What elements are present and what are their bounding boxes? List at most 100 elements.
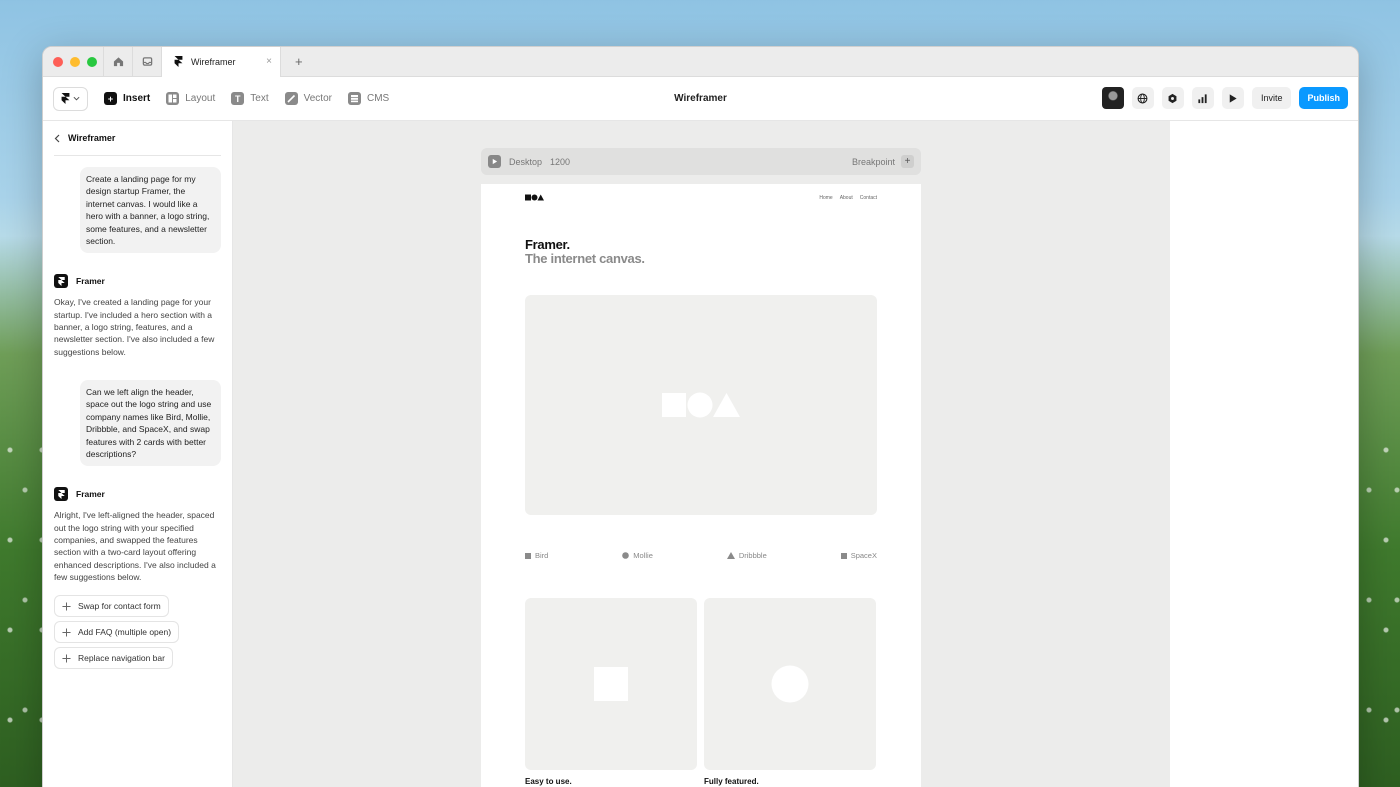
sparkle-icon (62, 654, 71, 663)
feature-card[interactable] (704, 598, 876, 770)
toolbar-actions: Invite Publish (1101, 87, 1348, 109)
assistant-message: Okay, I've created a landing page for yo… (54, 297, 215, 357)
page-navbar[interactable]: Home About Contact (525, 194, 877, 201)
feature-card-title[interactable]: Easy to use. (525, 777, 572, 786)
sparkle-icon (62, 602, 71, 611)
app-window: Wireframer × + + Insert Layout T Text Ve… (42, 46, 1359, 787)
tool-vector[interactable]: Vector (284, 92, 332, 105)
sidebar-header[interactable]: Wireframer (54, 133, 221, 156)
page-nav-links: Home About Contact (819, 195, 877, 201)
assistant-header: Framer (54, 487, 221, 502)
tool-insert[interactable]: + Insert (104, 92, 150, 105)
avatar[interactable] (1101, 87, 1124, 109)
analytics-button[interactable] (1191, 87, 1214, 109)
hero-subtitle[interactable]: The internet canvas. (525, 252, 645, 266)
assistant-message: Alright, I've left-aligned the header, s… (54, 510, 216, 582)
suggestion-button[interactable]: Swap for contact form (54, 595, 169, 618)
site-settings-button[interactable] (1131, 87, 1154, 109)
hero-title[interactable]: Framer. (525, 238, 570, 252)
user-message: Can we left align the header, space out … (80, 379, 221, 467)
tab-bar: Wireframer × + (43, 47, 1358, 77)
feature-card-title[interactable]: Fully featured. (704, 777, 759, 786)
publish-button[interactable]: Publish (1299, 87, 1348, 109)
breakpoint-bar: Desktop 1200 Breakpoint + (481, 148, 921, 175)
logo-name: Mollie (633, 551, 653, 560)
home-icon (113, 57, 123, 67)
tool-label: Vector (303, 93, 332, 104)
play-icon (1230, 93, 1238, 103)
nav-link-home[interactable]: Home (819, 195, 832, 201)
square-icon (594, 667, 628, 701)
tool-text[interactable]: T Text (231, 92, 269, 105)
plus-icon[interactable]: + (901, 155, 914, 168)
new-tab-button[interactable]: + (295, 54, 303, 69)
workspace: Wireframer Create a landing page for my … (43, 121, 1358, 787)
properties-panel (1170, 121, 1358, 787)
suggestion-label: Add FAQ (multiple open) (78, 627, 172, 638)
assistant-name: Framer (76, 489, 105, 500)
logo-item: Dribbble (726, 551, 767, 560)
maximize-window-button[interactable] (87, 56, 97, 67)
framer-logo-icon (54, 274, 68, 289)
hero-banner[interactable] (525, 295, 877, 515)
main-menu-button[interactable] (53, 86, 88, 111)
minimize-window-button[interactable] (70, 56, 80, 67)
square-icon (525, 552, 531, 559)
play-icon (492, 158, 498, 165)
layout-icon (166, 92, 180, 105)
tool-layout[interactable]: Layout (166, 92, 215, 105)
user-message: Create a landing page for my design star… (80, 167, 221, 254)
home-tab[interactable] (103, 47, 132, 77)
logo-item: SpaceX (840, 551, 877, 560)
suggestion-button[interactable]: Replace navigation bar (54, 647, 173, 670)
chevron-left-icon[interactable] (54, 134, 60, 143)
tab-wireframer[interactable]: Wireframer × (161, 47, 281, 77)
preview-button[interactable] (1221, 87, 1244, 109)
tab-close-icon[interactable]: × (266, 56, 272, 67)
page-frame[interactable]: Home About Contact Framer. The internet … (481, 184, 921, 787)
suggestion-list: Swap for contact form Add FAQ (multiple … (54, 595, 221, 673)
sparkle-icon (62, 628, 71, 637)
circle-icon (771, 665, 809, 703)
logo-name: Bird (535, 551, 549, 560)
nav-link-about[interactable]: About (840, 195, 853, 201)
chevron-down-icon (73, 96, 80, 101)
design-canvas[interactable]: Desktop 1200 Breakpoint + Home About Con… (233, 121, 1170, 787)
gear-icon (1169, 93, 1177, 103)
invite-button[interactable]: Invite (1251, 87, 1292, 109)
settings-button[interactable] (1161, 87, 1184, 109)
tab-title: Wireframer (191, 56, 236, 67)
inbox-icon (142, 57, 152, 66)
text-icon: T (231, 92, 245, 105)
breakpoint-label: Breakpoint (851, 156, 895, 167)
triangle-icon (726, 552, 735, 559)
brand-shapes-icon (525, 194, 544, 201)
close-window-button[interactable] (53, 56, 63, 67)
ai-chat-sidebar: Wireframer Create a landing page for my … (43, 121, 233, 787)
preview-breakpoint-button[interactable] (488, 155, 501, 168)
brand-shapes-icon (662, 392, 740, 418)
logo-item: Mollie (622, 551, 653, 560)
framer-logo-icon (174, 56, 183, 67)
framer-logo-icon (61, 93, 70, 104)
plus-icon: + (104, 92, 117, 105)
tool-label: Text (250, 93, 269, 104)
tool-label: CMS (366, 93, 390, 104)
assistant-header: Framer (54, 274, 221, 289)
sidebar-title: Wireframer (68, 133, 116, 143)
square-icon (840, 552, 847, 559)
circle-icon (622, 552, 630, 559)
suggestion-label: Replace navigation bar (78, 653, 165, 664)
nav-link-contact[interactable]: Contact (860, 195, 877, 201)
add-breakpoint[interactable]: Breakpoint + (852, 155, 914, 168)
logo-item: Bird (525, 551, 548, 560)
inbox-tab[interactable] (132, 47, 161, 77)
logo-name: Dribbble (738, 551, 767, 560)
tool-label: Layout (185, 93, 216, 104)
tool-cms[interactable]: CMS (347, 92, 390, 105)
feature-card[interactable] (525, 598, 697, 770)
database-icon (347, 92, 361, 105)
suggestion-button[interactable]: Add FAQ (multiple open) (54, 621, 180, 644)
pen-icon (284, 92, 298, 105)
logo-string: Bird Mollie Dribbble SpaceX (525, 551, 877, 560)
